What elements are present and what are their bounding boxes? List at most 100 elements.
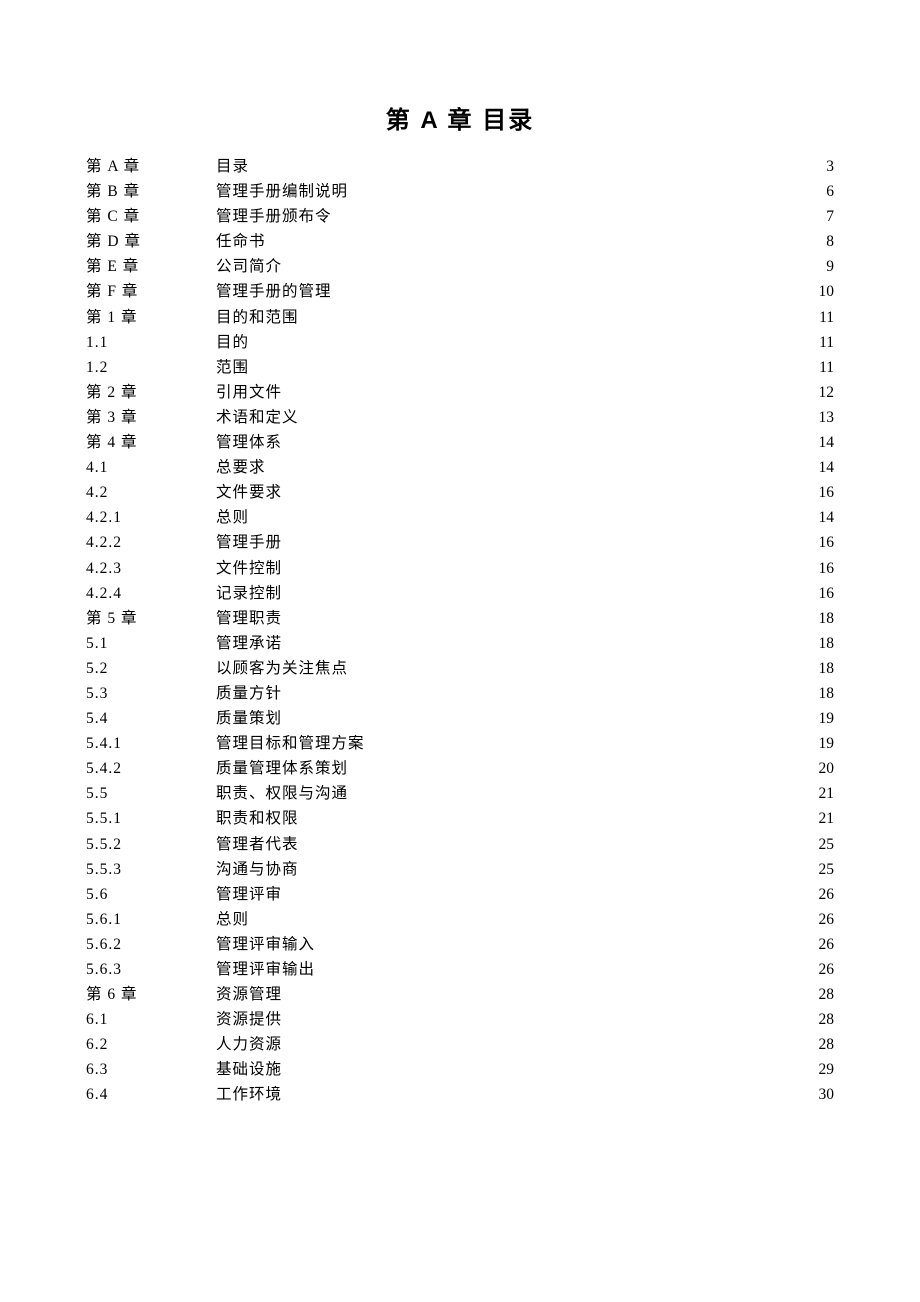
toc-chapter-label: 5.5.2 <box>86 837 216 853</box>
toc-page-number: 14 <box>794 460 834 476</box>
toc-chapter-label: 4.1 <box>86 460 216 476</box>
toc-entry-title: 术语和定义 <box>216 410 794 426</box>
toc-row: 第 F 章管理手册的管理10 <box>86 284 834 300</box>
toc-row: 5.3质量方针18 <box>86 686 834 702</box>
toc-entry-title: 质量方针 <box>216 686 794 702</box>
toc-chapter-label: 5.6.3 <box>86 962 216 978</box>
toc-page-number: 18 <box>794 661 834 677</box>
toc-chapter-label: 4.2.1 <box>86 510 216 526</box>
toc-row: 6.4工作环境30 <box>86 1087 834 1103</box>
toc-chapter-label: 5.5.1 <box>86 811 216 827</box>
toc-row: 第 D 章任命书8 <box>86 234 834 250</box>
toc-chapter-label: 第 6 章 <box>86 987 216 1003</box>
toc-page-number: 8 <box>794 234 834 250</box>
toc-row: 5.6.1总则26 <box>86 912 834 928</box>
toc-entry-title: 资源提供 <box>216 1012 794 1028</box>
toc-row: 5.5.3沟通与协商25 <box>86 862 834 878</box>
toc-entry-title: 管理体系 <box>216 435 794 451</box>
toc-page-number: 19 <box>794 711 834 727</box>
toc-page-number: 16 <box>794 586 834 602</box>
toc-page-number: 30 <box>794 1087 834 1103</box>
toc-row: 第 A 章目录3 <box>86 159 834 175</box>
toc-entry-title: 资源管理 <box>216 987 794 1003</box>
toc-row: 4.2.3文件控制16 <box>86 561 834 577</box>
toc-row: 5.5职责、权限与沟通21 <box>86 786 834 802</box>
toc-row: 第 6 章资源管理28 <box>86 987 834 1003</box>
toc-page-number: 28 <box>794 1037 834 1053</box>
toc-chapter-label: 5.6 <box>86 887 216 903</box>
toc-page-number: 19 <box>794 736 834 752</box>
page-title: 第 A 章 目录 <box>86 100 834 135</box>
toc-row: 6.3基础设施29 <box>86 1062 834 1078</box>
toc-page-number: 11 <box>794 310 834 326</box>
toc-entry-title: 管理评审 <box>216 887 794 903</box>
toc-entry-title: 职责、权限与沟通 <box>216 786 794 802</box>
toc-row: 5.6.2管理评审输入26 <box>86 937 834 953</box>
toc-entry-title: 公司简介 <box>216 259 794 275</box>
toc-entry-title: 质量管理体系策划 <box>216 761 794 777</box>
toc-entry-title: 总要求 <box>216 460 794 476</box>
toc-page-number: 29 <box>794 1062 834 1078</box>
toc-chapter-label: 5.6.2 <box>86 937 216 953</box>
toc-page-number: 3 <box>794 159 834 175</box>
toc-row: 5.5.1职责和权限21 <box>86 811 834 827</box>
toc-chapter-label: 5.2 <box>86 661 216 677</box>
toc-row: 第 2 章引用文件12 <box>86 385 834 401</box>
toc-entry-title: 管理手册编制说明 <box>216 184 794 200</box>
toc-entry-title: 文件要求 <box>216 485 794 501</box>
toc-page-number: 12 <box>794 385 834 401</box>
toc-page-number: 28 <box>794 1012 834 1028</box>
toc-entry-title: 文件控制 <box>216 561 794 577</box>
toc-entry-title: 目的 <box>216 335 794 351</box>
toc-page-number: 11 <box>794 360 834 376</box>
toc-entry-title: 工作环境 <box>216 1087 794 1103</box>
toc-page-number: 6 <box>794 184 834 200</box>
toc-entry-title: 管理目标和管理方案 <box>216 736 794 752</box>
toc-page-number: 21 <box>794 786 834 802</box>
toc-chapter-label: 第 C 章 <box>86 209 216 225</box>
toc-row: 5.6.3管理评审输出26 <box>86 962 834 978</box>
toc-entry-title: 管理手册颁布令 <box>216 209 794 225</box>
toc-entry-title: 总则 <box>216 912 794 928</box>
toc-page-number: 7 <box>794 209 834 225</box>
toc-row: 5.5.2管理者代表25 <box>86 837 834 853</box>
toc-page-number: 26 <box>794 912 834 928</box>
toc-page-number: 26 <box>794 962 834 978</box>
toc-entry-title: 目的和范围 <box>216 310 794 326</box>
toc-chapter-label: 5.6.1 <box>86 912 216 928</box>
toc-chapter-label: 第 A 章 <box>86 159 216 175</box>
toc-row: 4.2文件要求16 <box>86 485 834 501</box>
toc-chapter-label: 第 1 章 <box>86 310 216 326</box>
toc-entry-title: 引用文件 <box>216 385 794 401</box>
toc-entry-title: 任命书 <box>216 234 794 250</box>
toc-page-number: 28 <box>794 987 834 1003</box>
toc-page-number: 13 <box>794 410 834 426</box>
toc-chapter-label: 5.5.3 <box>86 862 216 878</box>
toc-entry-title: 管理手册的管理 <box>216 284 794 300</box>
toc-chapter-label: 5.4.2 <box>86 761 216 777</box>
toc-page-number: 9 <box>794 259 834 275</box>
toc-chapter-label: 5.4 <box>86 711 216 727</box>
toc-row: 5.4质量策划19 <box>86 711 834 727</box>
toc-entry-title: 管理评审输出 <box>216 962 794 978</box>
toc-chapter-label: 5.5 <box>86 786 216 802</box>
toc-page-number: 18 <box>794 611 834 627</box>
toc-page-number: 16 <box>794 535 834 551</box>
toc-page-number: 25 <box>794 837 834 853</box>
toc-chapter-label: 4.2.2 <box>86 535 216 551</box>
toc-row: 5.4.1管理目标和管理方案19 <box>86 736 834 752</box>
toc-row: 第 5 章管理职责18 <box>86 611 834 627</box>
toc-entry-title: 目录 <box>216 159 794 175</box>
toc-chapter-label: 第 F 章 <box>86 284 216 300</box>
toc-entry-title: 以顾客为关注焦点 <box>216 661 794 677</box>
toc-chapter-label: 第 B 章 <box>86 184 216 200</box>
toc-row: 第 C 章管理手册颁布令7 <box>86 209 834 225</box>
toc-chapter-label: 第 E 章 <box>86 259 216 275</box>
toc-page-number: 18 <box>794 686 834 702</box>
toc-entry-title: 沟通与协商 <box>216 862 794 878</box>
toc-page-number: 21 <box>794 811 834 827</box>
toc-row: 1.2范围11 <box>86 360 834 376</box>
toc-entry-title: 总则 <box>216 510 794 526</box>
toc-page-number: 26 <box>794 887 834 903</box>
toc-row: 6.2人力资源28 <box>86 1037 834 1053</box>
